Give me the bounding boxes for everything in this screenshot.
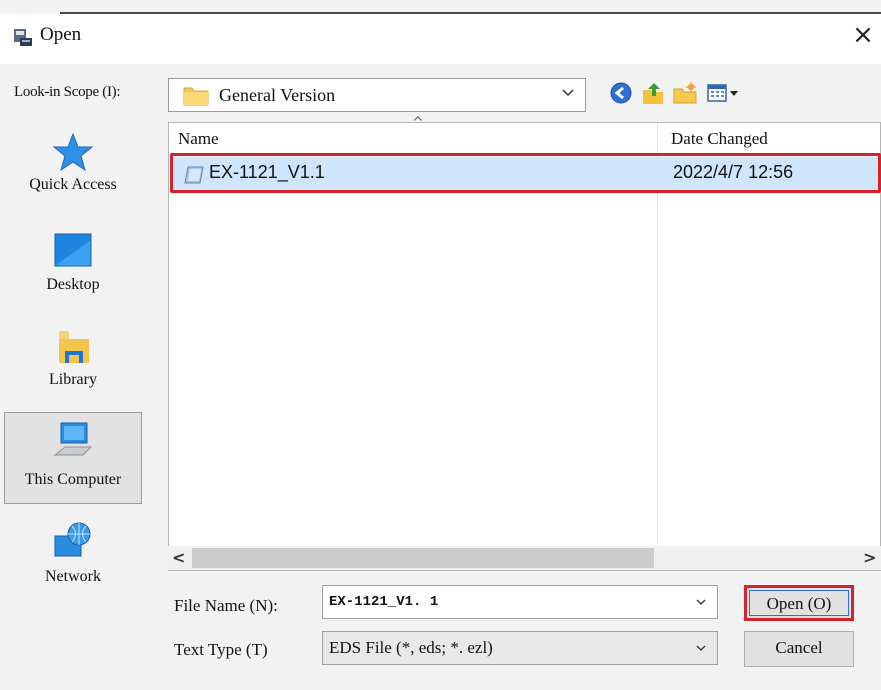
sort-ascending-icon: ^	[412, 115, 424, 131]
scroll-left-arrow[interactable]: <	[172, 548, 190, 568]
column-header-row: Name ^ Date Changed	[169, 115, 881, 155]
file-list[interactable]: Name ^ Date Changed EX-1121_V1.1 2022/4/…	[168, 115, 881, 571]
dialog-title: Open	[40, 24, 82, 45]
up-folder-icon[interactable]	[640, 80, 666, 106]
file-name-input[interactable]: EX-1121_V1. 1	[322, 585, 718, 619]
back-icon[interactable]	[608, 80, 634, 106]
place-label: This Computer	[24, 471, 122, 488]
look-in-label: Look-in Scope (I):	[14, 84, 121, 100]
open-button[interactable]: Open (O)	[744, 585, 854, 621]
place-network[interactable]: Network	[4, 520, 142, 600]
place-quick-access[interactable]: Quick Access	[4, 130, 142, 210]
place-library[interactable]: Library	[4, 325, 142, 405]
place-label: Quick Access	[29, 176, 117, 193]
place-label: Network	[45, 568, 101, 585]
view-menu-icon[interactable]	[706, 80, 740, 106]
place-label: Desktop	[46, 276, 100, 293]
file-type-select[interactable]: EDS File (*, eds; *. ezl)	[322, 631, 718, 665]
folder-icon	[183, 87, 209, 106]
place-this-computer[interactable]: This Computer	[4, 412, 142, 504]
close-button[interactable]: ×	[848, 20, 878, 50]
file-name-label: File Name (N):	[174, 596, 278, 615]
scroll-right-arrow[interactable]: >	[863, 548, 881, 568]
file-name-value: EX-1121_V1. 1	[329, 594, 439, 610]
column-header-date[interactable]: Date Changed	[671, 129, 768, 149]
network-icon	[54, 522, 91, 557]
chevron-down-icon[interactable]	[695, 596, 707, 608]
look-in-dropdown[interactable]: General Version	[168, 78, 586, 112]
highlight-outline-row	[170, 153, 881, 193]
chevron-down-icon	[696, 645, 706, 651]
computer-icon	[53, 422, 93, 456]
cancel-button[interactable]: Cancel	[744, 631, 854, 667]
title-bar	[0, 14, 881, 64]
place-label: Library	[49, 371, 97, 388]
scrollbar-thumb[interactable]	[192, 548, 654, 568]
column-header-name[interactable]: Name	[178, 129, 219, 149]
library-icon	[59, 331, 89, 363]
file-type-value: EDS File (*, eds; *. ezl)	[329, 638, 493, 657]
horizontal-scrollbar[interactable]: < >	[168, 546, 881, 570]
file-type-label: Text Type (T)	[174, 640, 268, 659]
open-dialog: Open × Look-in Scope (I): General Versio…	[0, 0, 881, 690]
app-icon	[14, 29, 32, 46]
open-button-label: Open (O)	[749, 590, 849, 616]
chevron-down-icon	[562, 89, 574, 97]
star-icon	[52, 132, 94, 172]
look-in-value: General Version	[219, 85, 336, 105]
new-folder-icon[interactable]	[672, 80, 698, 106]
place-desktop[interactable]: Desktop	[4, 230, 142, 310]
desktop-icon	[54, 233, 92, 267]
